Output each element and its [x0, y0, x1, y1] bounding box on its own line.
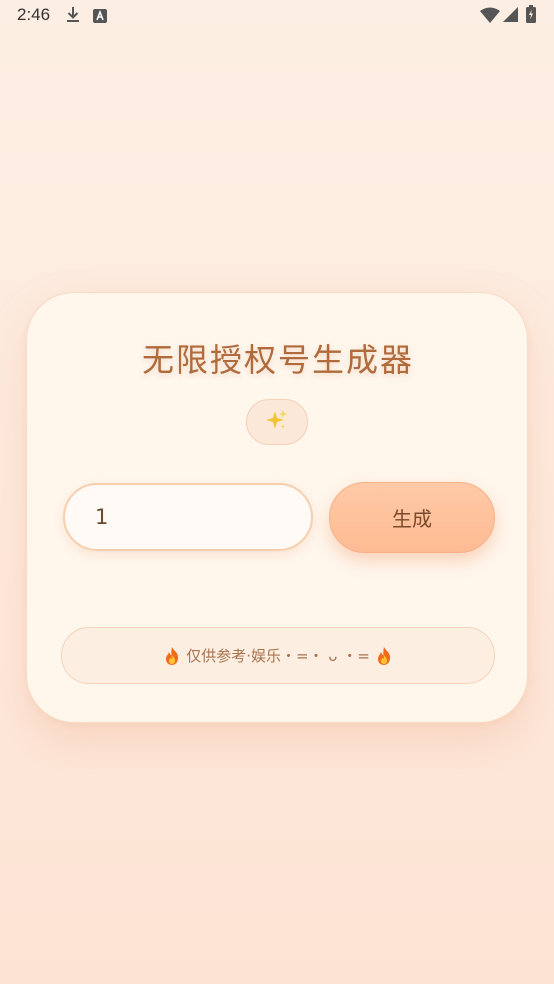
status-time: 2:46	[17, 5, 51, 24]
generate-button[interactable]: 生成	[329, 482, 495, 553]
signal-icon	[503, 7, 518, 26]
fire-icon	[164, 646, 180, 665]
disclaimer-text: 仅供参考·娱乐・=・ ᴗ ・=	[186, 647, 370, 665]
status-bar: 2:46	[0, 0, 554, 32]
fire-icon	[376, 646, 392, 665]
keyboard-a-icon	[93, 8, 107, 27]
wifi-icon	[480, 7, 500, 27]
battery-icon	[526, 5, 536, 27]
disclaimer-badge: 仅供参考·娱乐・=・ ᴗ ・=	[61, 627, 495, 684]
sparkle-badge	[246, 399, 308, 445]
download-icon	[65, 6, 81, 28]
sparkles-icon	[266, 409, 288, 435]
generator-card: 无限授权号生成器 生成 仅供参考·娱乐・=・ ᴗ ・=	[26, 292, 528, 723]
count-input[interactable]	[63, 483, 313, 551]
page-title: 无限授权号生成器	[141, 341, 414, 379]
